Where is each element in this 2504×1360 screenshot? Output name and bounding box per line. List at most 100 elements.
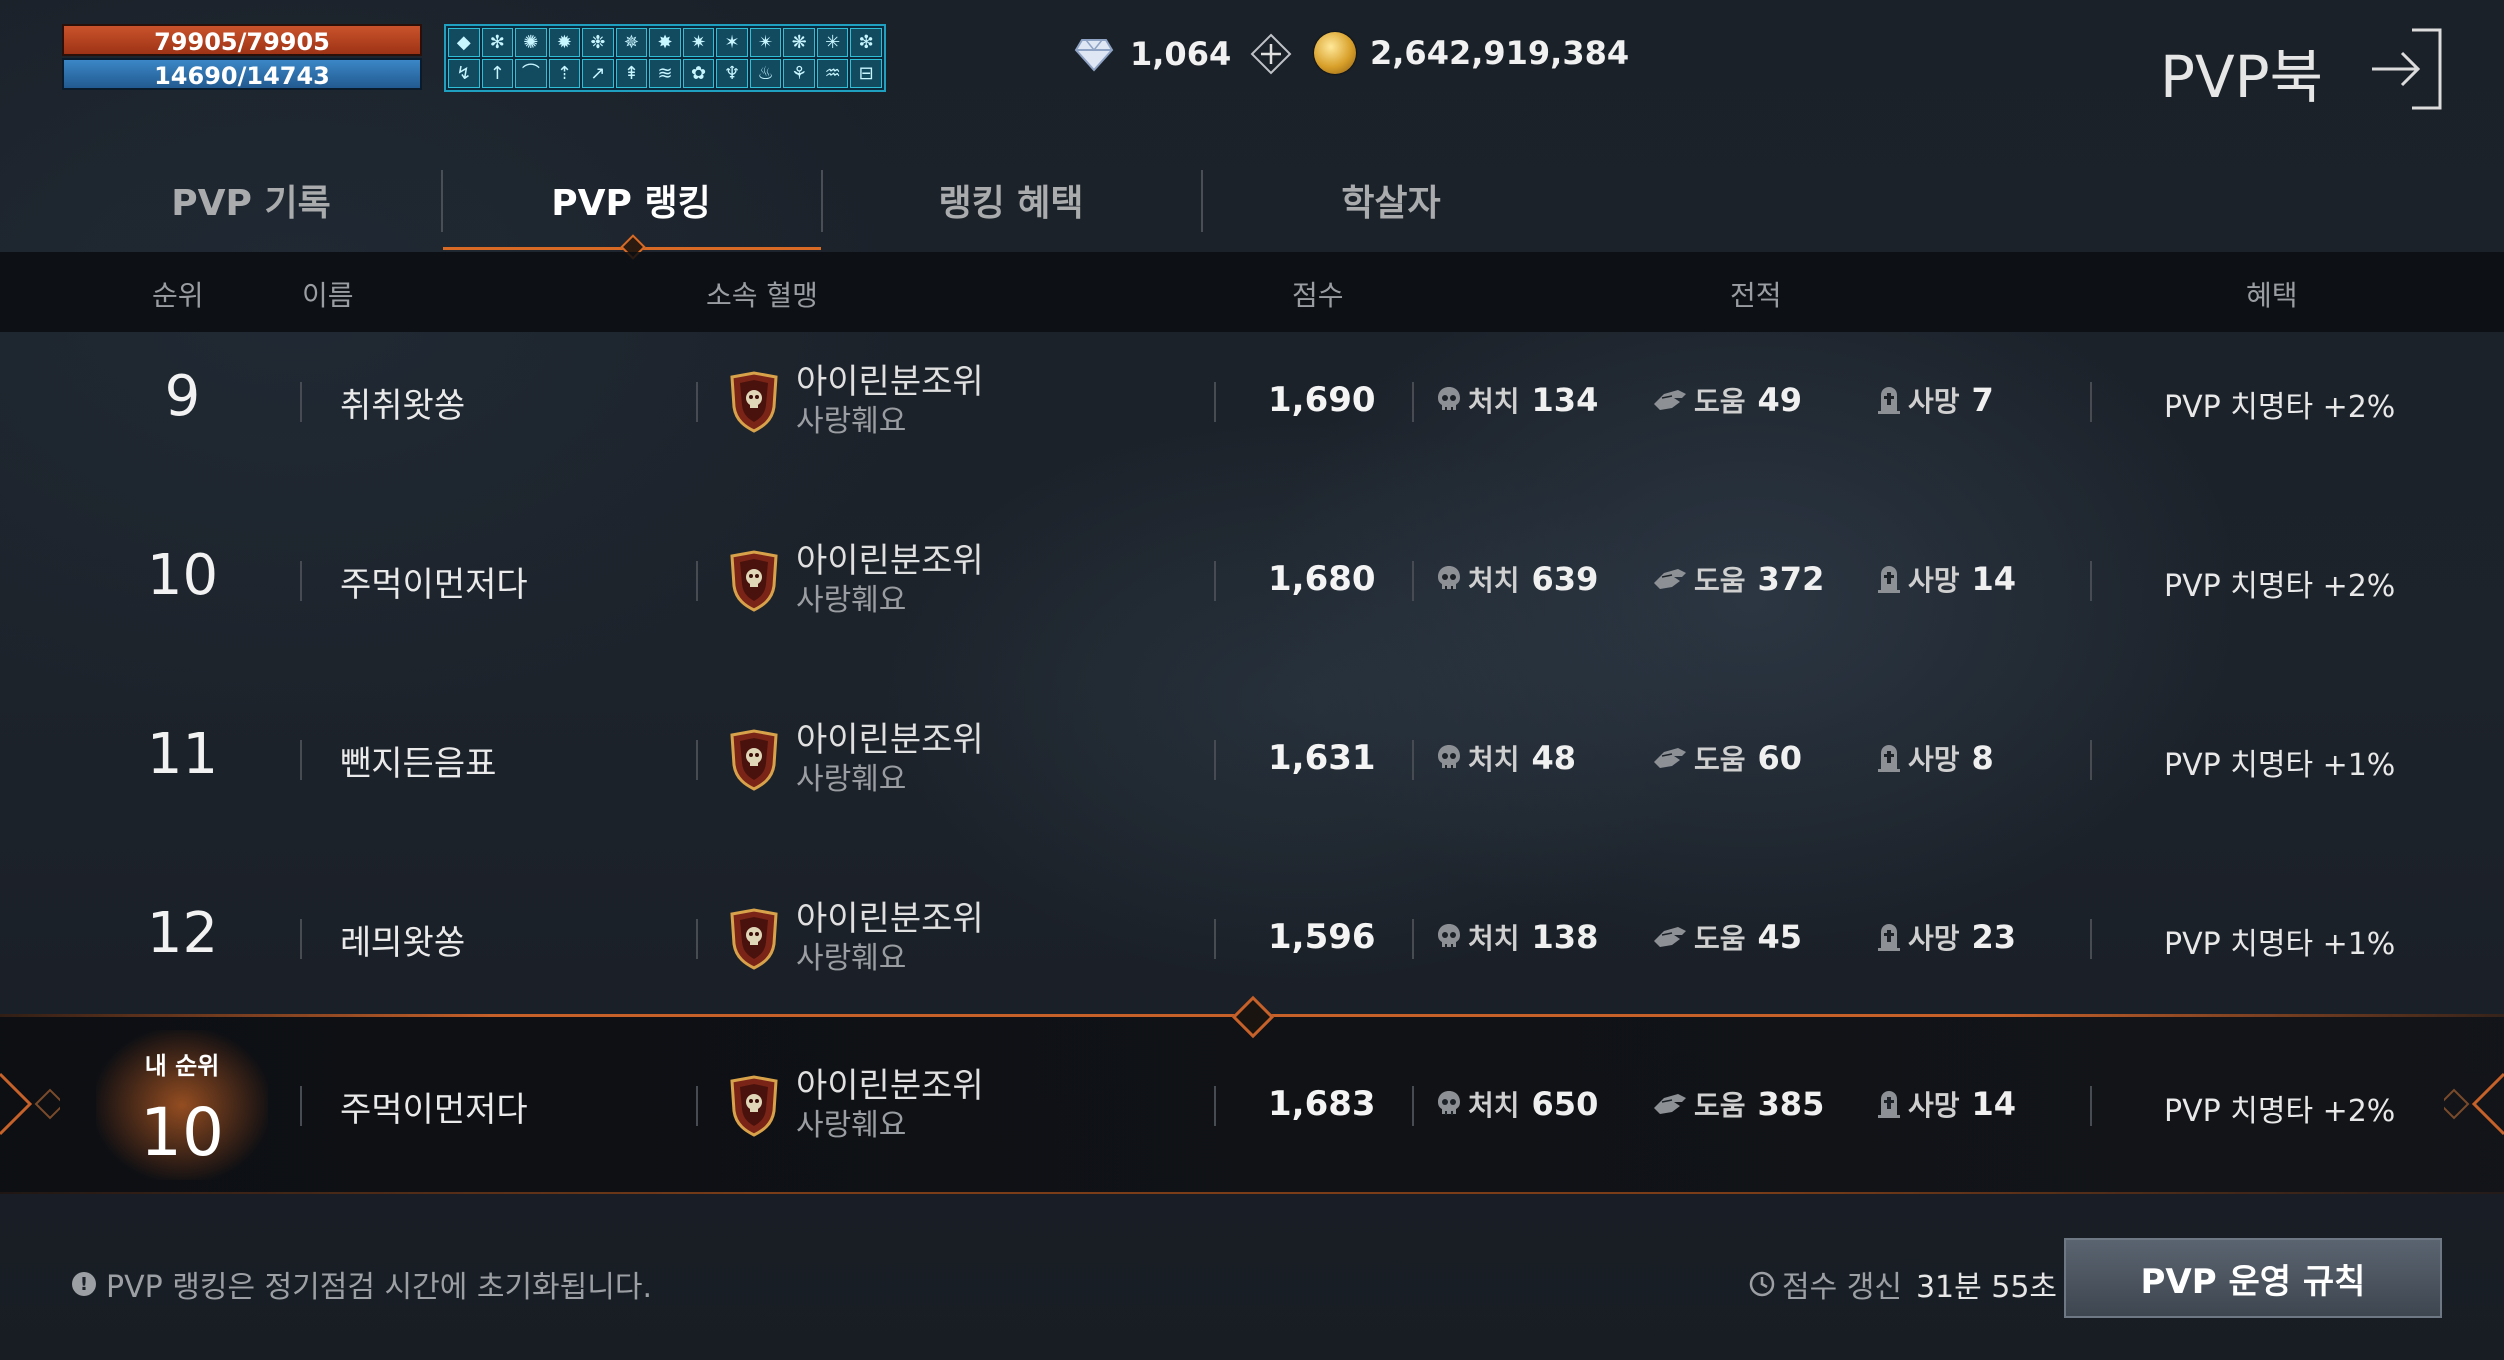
guild-subtitle: 사랑훼요 (796, 583, 907, 618)
buff-icon[interactable]: ✻ (481, 28, 514, 57)
rank-number: 11 (146, 722, 219, 787)
buff-icon[interactable]: ✴ (749, 28, 782, 57)
buff-icon[interactable]: ⊟ (850, 59, 882, 88)
buff-icon[interactable]: ✸ (649, 28, 681, 57)
tombstone-icon (1876, 922, 1908, 952)
page-title: PVP북 (2160, 43, 2323, 111)
guild-crest-icon (728, 908, 780, 970)
column-header-name: 이름 (302, 279, 354, 312)
kill-stat: 처치 650 (1436, 1084, 1598, 1124)
diamond-currency: 1,064 (1074, 32, 1293, 76)
assist-stat: 도움 45 (1652, 917, 1802, 957)
stat-value: 138 (1531, 918, 1599, 956)
buff-icon[interactable]: ⇞ (615, 59, 648, 88)
column-divider (1214, 919, 1216, 959)
stat-label: 처치 (1468, 385, 1520, 418)
column-divider (696, 1086, 698, 1126)
pvp-rules-button[interactable]: PVP 운영 규칙 (2064, 1238, 2442, 1318)
stat-label: 사망 (1908, 922, 1960, 955)
mp-bar: 14690/14743 (62, 58, 422, 90)
buff-icon[interactable]: ⇡ (548, 59, 581, 88)
buff-icon-grid[interactable]: ◆ ✻ ✺ ✹ ❉ ✵ ✸ ✷ ✶ ✴ ❋ ✳ ❇ ↯ ↑ ⌒ ⇡ ↗ ⇞ ≋ ✿ ♆ ♨ ⚘ ♒ ⊟ (444, 24, 886, 92)
kill-stat: 처치 639 (1436, 559, 1598, 599)
score-value: 1,596 (1268, 917, 1376, 957)
guild-subtitle: 사랑훼요 (796, 941, 907, 976)
tab-divider (1201, 170, 1203, 232)
buff-icon[interactable]: ↑ (481, 59, 514, 88)
column-divider (2090, 382, 2092, 422)
buff-icon[interactable]: ❋ (783, 28, 815, 57)
column-divider (1214, 561, 1216, 601)
stat-value: 14 (1971, 560, 2017, 598)
stat-value: 650 (1531, 1085, 1599, 1123)
stat-label: 도움 (1694, 743, 1746, 776)
buff-icon[interactable]: ♨ (749, 59, 782, 88)
guild-crest-icon (728, 550, 780, 612)
skull-icon (1436, 743, 1468, 773)
buff-icon[interactable]: ♆ (716, 59, 748, 88)
reset-notice: ! PVP 랭킹은 정기점검 시간에 초기화됩니다. (72, 1262, 652, 1306)
stat-value: 7 (1971, 381, 1994, 419)
column-divider (1412, 919, 1414, 959)
stat-label: 사망 (1908, 564, 1960, 597)
my-rank-number: 10 (140, 1094, 224, 1171)
rank-number: 10 (146, 543, 219, 608)
buff-icon[interactable]: ✿ (682, 59, 715, 88)
stat-value: 60 (1757, 739, 1803, 777)
guild-subtitle: 사랑훼요 (796, 762, 907, 797)
score-refresh-timer: 점수 갱신 31분 55초 (1748, 1262, 2057, 1306)
right-ornament-icon (2444, 1072, 2504, 1136)
stat-value: 385 (1757, 1085, 1825, 1123)
player-name: 레믜왓쏭 (340, 923, 466, 963)
assist-stat: 도움 49 (1652, 380, 1802, 420)
tab-ranking-benefits[interactable]: 랭킹 혜택 (856, 150, 1166, 250)
buff-icon[interactable]: ✵ (615, 28, 648, 57)
column-divider (696, 561, 698, 601)
tab-pvp-record[interactable]: PVP 기록 (96, 150, 406, 250)
buff-icon[interactable]: ≋ (649, 59, 681, 88)
tombstone-icon (1876, 385, 1908, 415)
guild-crest-icon (728, 1075, 780, 1137)
tab-slayer[interactable]: 학살자 (1236, 150, 1546, 250)
column-divider (300, 382, 302, 422)
benefit-value: PVP 치명타 +1% (2164, 927, 2396, 962)
stat-label: 사망 (1908, 385, 1960, 418)
buff-icon[interactable]: ↯ (448, 59, 480, 88)
column-divider (696, 740, 698, 780)
column-header-benefit: 혜택 (2246, 279, 2298, 312)
assist-stat: 도움 372 (1652, 559, 1824, 599)
column-divider (300, 561, 302, 601)
buff-icon[interactable]: ✺ (515, 28, 547, 57)
buff-icon[interactable]: ✶ (716, 28, 748, 57)
score-value: 1,683 (1268, 1084, 1376, 1124)
stat-label: 도움 (1694, 1089, 1746, 1122)
tab-bar: PVP 기록 PVP 랭킹 랭킹 혜택 학살자 (0, 150, 1540, 252)
buff-icon[interactable]: ↗ (582, 59, 614, 88)
stat-value: 134 (1531, 381, 1599, 419)
buff-icon[interactable]: ⚘ (783, 59, 815, 88)
exit-icon[interactable] (2366, 24, 2446, 114)
buff-icon[interactable]: ✹ (548, 28, 581, 57)
column-divider (696, 382, 698, 422)
guild-crest-icon (728, 729, 780, 791)
column-divider (2090, 561, 2092, 601)
stat-label: 도움 (1694, 564, 1746, 597)
stat-label: 처치 (1468, 1089, 1520, 1122)
tab-divider (821, 170, 823, 232)
buff-icon[interactable]: ✳ (816, 28, 849, 57)
column-divider (1412, 1086, 1414, 1126)
assist-hand-icon (1652, 386, 1694, 414)
my-rank-label: 내 순위 (144, 1052, 220, 1080)
stat-label: 처치 (1468, 922, 1520, 955)
rank-number: 12 (146, 901, 219, 966)
buff-icon[interactable]: ◆ (448, 28, 480, 57)
column-divider (1412, 740, 1414, 780)
buff-icon[interactable]: ❇ (850, 28, 882, 57)
buff-icon[interactable]: ♒ (816, 59, 849, 88)
buff-icon[interactable]: ❉ (582, 28, 614, 57)
buff-icon[interactable]: ✷ (682, 28, 715, 57)
death-stat: 사망 23 (1876, 917, 2016, 957)
add-diamond-icon[interactable] (1249, 32, 1293, 76)
buff-icon[interactable]: ⌒ (515, 59, 547, 88)
skull-icon (1436, 564, 1468, 594)
